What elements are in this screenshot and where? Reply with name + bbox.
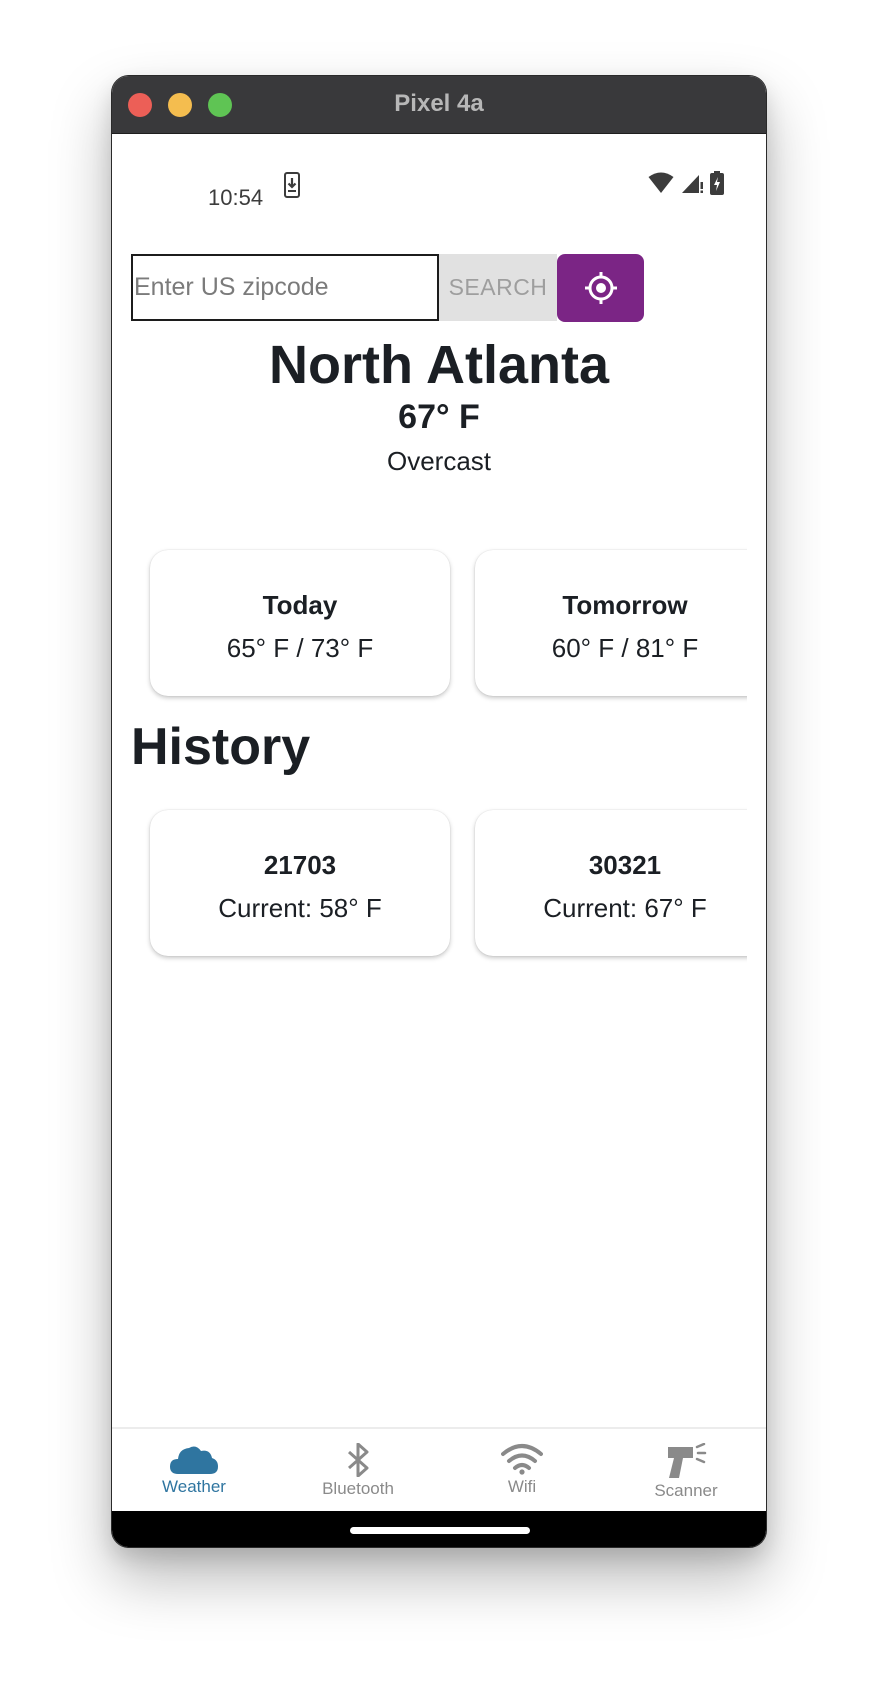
history-zip: 30321 [588,850,662,880]
history-zip: 21703 [263,850,337,880]
history-card[interactable]: 30321 Current: 67° F [475,810,747,956]
status-time: 10:54 [208,185,264,210]
wifi-icon [648,172,674,193]
battery-icon [710,171,724,195]
search-button[interactable]: SEARCH [439,254,557,321]
history-heading: History [131,718,311,776]
scanner-icon [668,1443,707,1478]
history-current: Current: 58° F [218,893,382,923]
tab-wifi[interactable]: Wifi [440,1429,604,1513]
tab-bluetooth[interactable]: Bluetooth [276,1429,440,1513]
gps-locate-icon [584,272,617,304]
history-list[interactable]: 21703 Current: 58° F 30321 Current: 67° … [131,796,747,976]
history-card[interactable]: 21703 Current: 58° F [150,810,450,956]
download-icon [284,172,300,198]
forecast-list[interactable]: Today 65° F / 73° F Tomorrow 60° F / 81°… [131,536,747,716]
zipcode-input[interactable] [131,254,439,321]
tab-label: Bluetooth [322,1479,394,1498]
forecast-range: 65° F / 73° F [226,633,374,663]
history-current: Current: 67° F [543,893,707,923]
city-name: North Atlanta [269,335,609,395]
tab-weather[interactable]: Weather [112,1429,276,1513]
window-title: Pixel 4a [394,90,484,117]
forecast-card-tomorrow[interactable]: Tomorrow 60° F / 81° F [475,550,747,696]
forecast-day: Tomorrow [562,590,688,620]
bluetooth-icon [348,1443,369,1477]
tab-label: Weather [162,1477,226,1496]
forecast-range: 60° F / 81° F [551,633,699,663]
bottom-tab-bar: Weather Bluetooth Wifi Scanner [112,1427,766,1511]
cloud-icon [170,1446,218,1474]
signal-icon [682,175,703,193]
wifi-icon [501,1444,543,1475]
current-condition: Overcast [386,446,492,476]
system-navigation-bar [112,1511,766,1547]
locate-button[interactable] [557,254,644,322]
window-titlebar: Pixel 4a [112,76,766,134]
tab-label: Wifi [507,1477,537,1496]
forecast-card-today[interactable]: Today 65° F / 73° F [150,550,450,696]
forecast-day: Today [262,590,338,620]
tab-scanner[interactable]: Scanner [604,1429,766,1513]
home-gesture-handle[interactable] [350,1527,530,1534]
device-window: Pixel 4a 10:54 SEARCH [111,75,767,1548]
tab-label: Scanner [654,1481,718,1500]
status-icons [648,171,724,195]
current-temperature: 67° F [398,398,480,436]
